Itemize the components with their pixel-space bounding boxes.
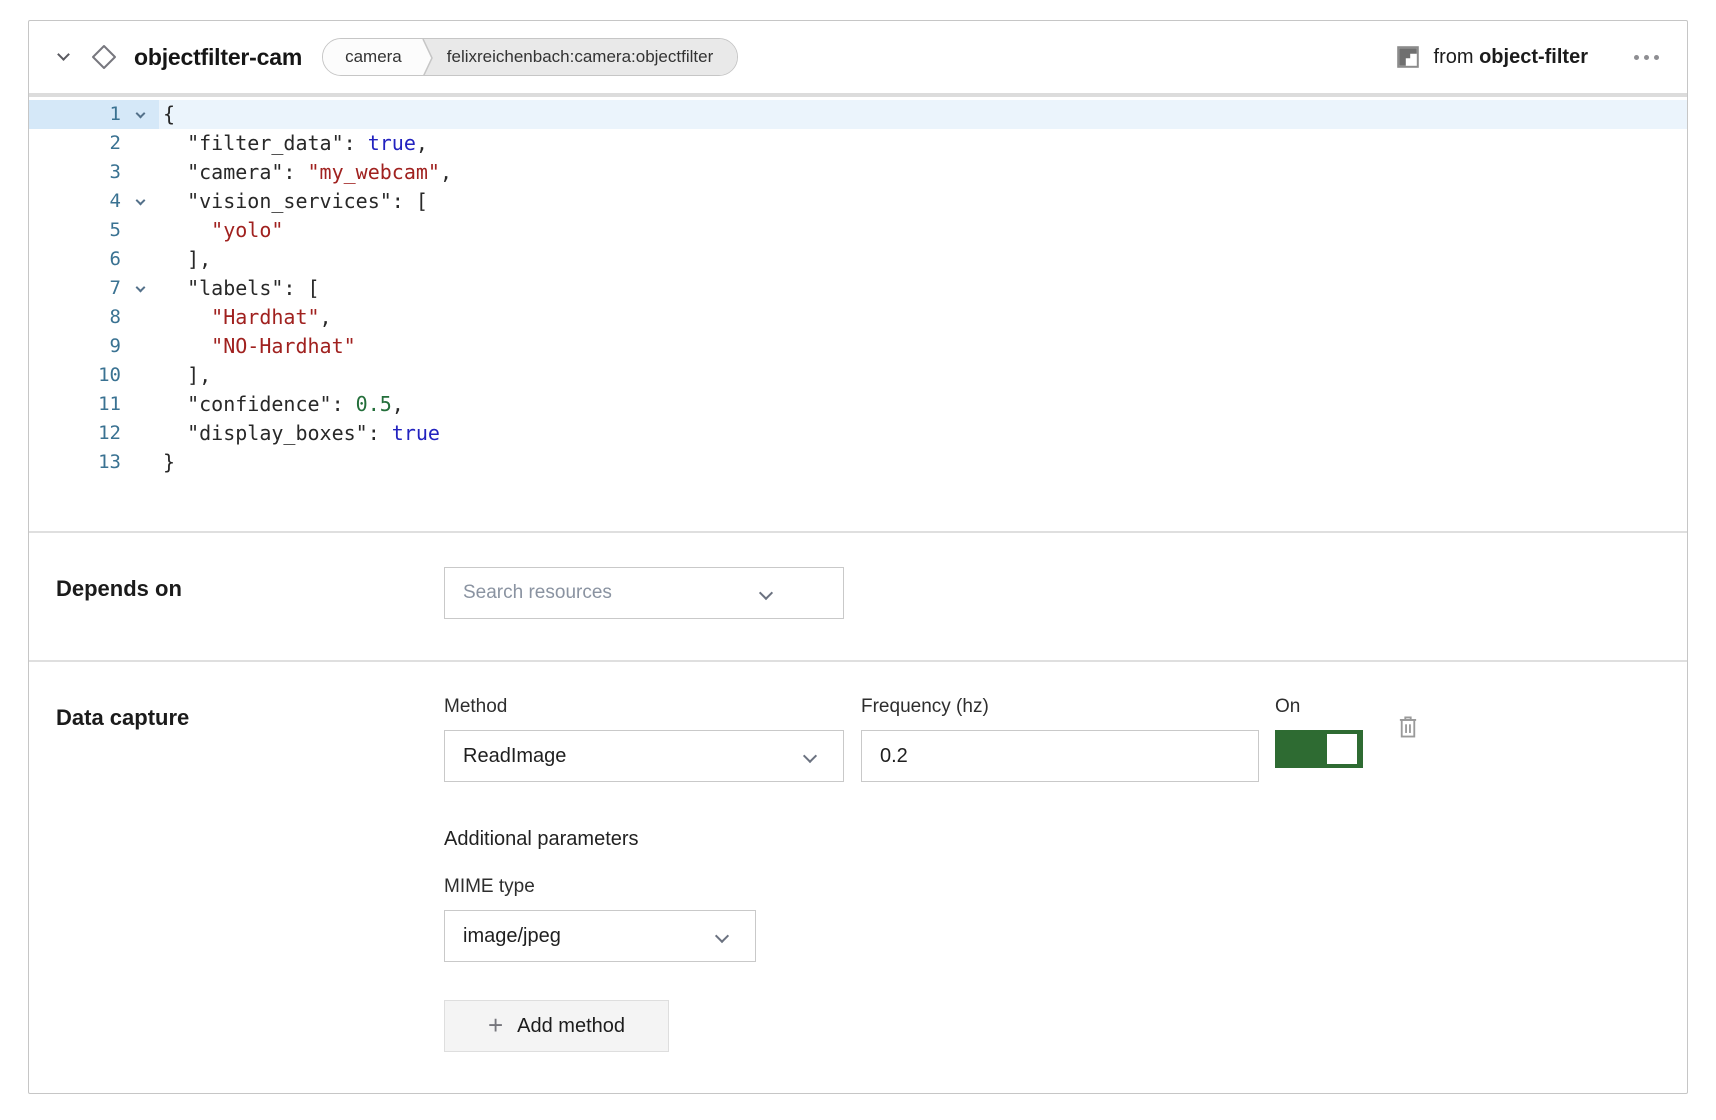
add-method-label: Add method xyxy=(517,1015,625,1038)
line-number: 6 xyxy=(29,245,121,274)
module-icon xyxy=(1396,45,1420,69)
fold-gutter xyxy=(121,361,159,390)
fold-chevron-icon[interactable] xyxy=(121,187,159,216)
method-group: Method ReadImage xyxy=(444,696,844,782)
data-capture-label: Data capture xyxy=(56,705,444,731)
code-line[interactable]: 10 ], xyxy=(29,361,1687,390)
code-editor[interactable]: 1{2 "filter_data": true,3 "camera": "my_… xyxy=(29,97,1687,531)
pill-divider-chevron xyxy=(422,39,437,76)
more-options-button[interactable] xyxy=(1632,49,1661,66)
line-number: 7 xyxy=(29,274,121,303)
code-line[interactable]: 2 "filter_data": true, xyxy=(29,129,1687,158)
module-source: from object-filter xyxy=(1396,45,1588,69)
fold-gutter xyxy=(121,332,159,361)
code-line[interactable]: 3 "camera": "my_webcam", xyxy=(29,158,1687,187)
frequency-group: Frequency (hz) xyxy=(861,696,1259,782)
line-number: 13 xyxy=(29,448,121,477)
resource-model-tag: felixreichenbach:camera:objectfilter xyxy=(437,39,737,75)
module-name: object-filter xyxy=(1479,46,1588,68)
mime-type-select[interactable]: image/jpeg xyxy=(444,910,756,962)
code-text: { xyxy=(159,100,175,129)
capture-method-row: Method ReadImage Frequency (hz) On xyxy=(444,696,1661,782)
method-value: ReadImage xyxy=(463,745,566,768)
fold-gutter xyxy=(121,129,159,158)
line-number: 2 xyxy=(29,129,121,158)
from-label: from xyxy=(1434,46,1474,68)
code-line[interactable]: 4 "vision_services": [ xyxy=(29,187,1687,216)
code-text: "confidence": 0.5, xyxy=(159,390,404,419)
frequency-label: Frequency (hz) xyxy=(861,696,1259,720)
fold-gutter xyxy=(121,245,159,274)
fold-gutter xyxy=(121,303,159,332)
code-line[interactable]: 1{ xyxy=(29,100,1687,129)
code-text: "vision_services": [ xyxy=(159,187,428,216)
fold-gutter xyxy=(121,448,159,477)
fold-gutter xyxy=(121,390,159,419)
module-source-text: from object-filter xyxy=(1434,46,1588,69)
chevron-down-icon xyxy=(759,586,773,600)
depends-search-placeholder: Search resources xyxy=(463,582,612,604)
add-method-button[interactable]: + Add method xyxy=(444,1000,669,1052)
card-header: objectfilter-cam camera felixreichenbach… xyxy=(29,21,1687,97)
collapse-chevron-icon[interactable] xyxy=(57,48,70,61)
code-text: ], xyxy=(159,361,211,390)
code-text: ], xyxy=(159,245,211,274)
line-number: 3 xyxy=(29,158,121,187)
line-number: 12 xyxy=(29,419,121,448)
line-number: 4 xyxy=(29,187,121,216)
fold-chevron-icon[interactable] xyxy=(121,274,159,303)
component-diamond-icon xyxy=(90,43,118,71)
additional-parameters-label: Additional parameters xyxy=(444,828,1661,852)
code-line[interactable]: 13} xyxy=(29,448,1687,477)
depends-on-section: Depends on Search resources xyxy=(29,533,1687,660)
resource-type-tag: camera xyxy=(323,39,422,75)
page: objectfilter-cam camera felixreichenbach… xyxy=(0,0,1716,1120)
line-number: 9 xyxy=(29,332,121,361)
code-text: "filter_data": true, xyxy=(159,129,428,158)
code-line[interactable]: 11 "confidence": 0.5, xyxy=(29,390,1687,419)
chevron-down-icon xyxy=(803,749,817,763)
method-select[interactable]: ReadImage xyxy=(444,730,844,782)
mime-type-value: image/jpeg xyxy=(463,925,561,948)
toggle-knob xyxy=(1327,734,1357,764)
method-label: Method xyxy=(444,696,844,720)
depends-search-select[interactable]: Search resources xyxy=(444,567,844,619)
delete-method-trash-icon[interactable] xyxy=(1395,714,1421,740)
code-line[interactable]: 8 "Hardhat", xyxy=(29,303,1687,332)
line-number: 11 xyxy=(29,390,121,419)
frequency-input[interactable] xyxy=(861,730,1259,782)
code-line[interactable]: 6 ], xyxy=(29,245,1687,274)
code-text: "display_boxes": true xyxy=(159,419,440,448)
fold-gutter xyxy=(121,419,159,448)
on-toggle-group: On xyxy=(1275,696,1363,768)
depends-on-label: Depends on xyxy=(56,576,444,602)
mime-type-label: MIME type xyxy=(444,876,1661,900)
data-capture-fields: Method ReadImage Frequency (hz) On xyxy=(444,696,1661,1052)
code-text: "NO-Hardhat" xyxy=(159,332,356,361)
line-number: 5 xyxy=(29,216,121,245)
fold-chevron-icon[interactable] xyxy=(121,100,159,129)
resource-card: objectfilter-cam camera felixreichenbach… xyxy=(28,20,1688,1094)
line-number: 8 xyxy=(29,303,121,332)
line-number: 1 xyxy=(29,100,121,129)
code-text: "yolo" xyxy=(159,216,283,245)
line-number: 10 xyxy=(29,361,121,390)
on-label: On xyxy=(1275,696,1363,720)
resource-type-pill: camera felixreichenbach:camera:objectfil… xyxy=(322,38,738,76)
resource-title: objectfilter-cam xyxy=(134,44,302,71)
code-text: } xyxy=(159,448,175,477)
fold-gutter xyxy=(121,216,159,245)
code-line[interactable]: 9 "NO-Hardhat" xyxy=(29,332,1687,361)
code-line[interactable]: 5 "yolo" xyxy=(29,216,1687,245)
capture-on-toggle[interactable] xyxy=(1275,730,1363,768)
chevron-down-icon xyxy=(715,929,729,943)
code-line[interactable]: 7 "labels": [ xyxy=(29,274,1687,303)
code-text: "camera": "my_webcam", xyxy=(159,158,452,187)
plus-icon: + xyxy=(488,1015,503,1035)
code-text: "Hardhat", xyxy=(159,303,332,332)
fold-gutter xyxy=(121,158,159,187)
code-line[interactable]: 12 "display_boxes": true xyxy=(29,419,1687,448)
code-text: "labels": [ xyxy=(159,274,320,303)
data-capture-section: Data capture Method ReadImage Frequency … xyxy=(29,662,1687,1093)
